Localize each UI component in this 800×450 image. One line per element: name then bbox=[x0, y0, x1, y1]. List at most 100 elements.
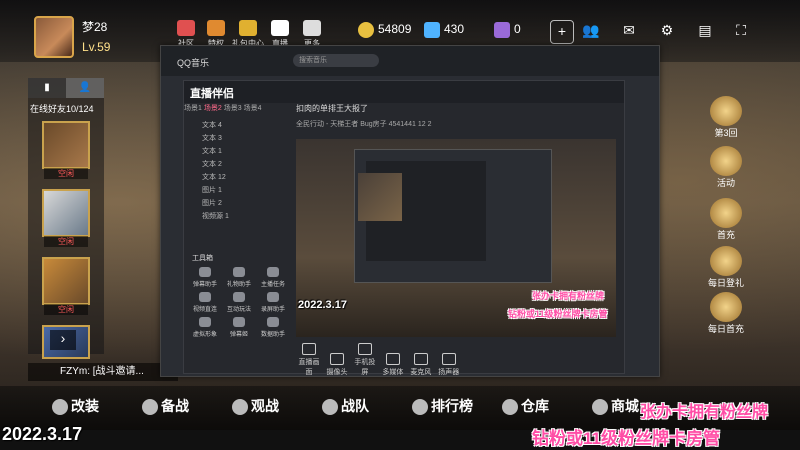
menu-first-recharge[interactable]: 首充 bbox=[700, 198, 752, 241]
data-icon bbox=[267, 317, 279, 327]
gold-counter: 54809 bbox=[358, 22, 411, 38]
layer-item[interactable]: 文本 4 bbox=[184, 119, 284, 132]
tool-danmaku-ji[interactable]: 弹幕姬 bbox=[224, 317, 254, 338]
tab-stats[interactable]: ▮ bbox=[28, 78, 66, 98]
layer-item[interactable]: 图片 2 bbox=[184, 197, 284, 210]
nav-prepare[interactable]: 备战 bbox=[142, 396, 189, 416]
crown-icon bbox=[207, 20, 225, 36]
friend-avatar[interactable]: 空闲 bbox=[42, 121, 90, 179]
toolbox-title: 工具箱 bbox=[192, 255, 213, 262]
warehouse-icon bbox=[502, 399, 518, 416]
layer-item[interactable]: 文本 3 bbox=[184, 132, 284, 145]
gift-icon bbox=[233, 267, 245, 277]
tool-interact[interactable]: 互动玩法 bbox=[224, 292, 254, 313]
toolbox: 工具箱 弹幕助手 礼物助手 主播任务 视频直连 互动玩法 录屏助手 虚拟形象 弹… bbox=[184, 253, 285, 342]
tab-scene-3[interactable]: 场景3 bbox=[224, 105, 242, 112]
media-icon bbox=[385, 353, 400, 365]
layer-item[interactable]: 文本 1 bbox=[184, 145, 284, 158]
tab-scene-4[interactable]: 场景4 bbox=[244, 105, 262, 112]
scene-tabs: 场景1 场景2 场景3 场景4 bbox=[184, 103, 284, 117]
grid-icon bbox=[303, 20, 321, 36]
daily-recharge-icon bbox=[710, 292, 742, 322]
control-media[interactable]: 多媒体 bbox=[380, 353, 406, 377]
tool-gift[interactable]: 礼物助手 bbox=[224, 267, 254, 288]
activity-icon bbox=[710, 146, 742, 176]
record-icon bbox=[267, 292, 279, 302]
team-icon bbox=[322, 399, 338, 416]
control-stream-screen[interactable]: 直播画面 bbox=[296, 343, 322, 377]
stream-bottom-controls: 直播画面 摄像头 手机投屏 多媒体 麦克风 扬声器 bbox=[296, 343, 616, 376]
layer-item[interactable]: 文本 2 bbox=[184, 158, 284, 171]
add-button[interactable]: + bbox=[550, 20, 574, 44]
menu-daily-login[interactable]: 每日登礼 bbox=[700, 246, 752, 289]
preview-promo-line2: 钻粉或11级粉丝牌卡房管 bbox=[508, 309, 608, 319]
nav-ranking[interactable]: 排行榜 bbox=[412, 396, 473, 416]
nav-warehouse[interactable]: 仓库 bbox=[502, 396, 549, 416]
daily-login-icon bbox=[710, 246, 742, 276]
tool-task[interactable]: 主播任务 bbox=[258, 267, 288, 288]
player-level: Lv.59 bbox=[82, 40, 111, 54]
ranking-icon bbox=[412, 399, 428, 416]
player-avatar[interactable] bbox=[34, 16, 74, 58]
layer-list: 文本 4 文本 3 文本 1 文本 2 文本 12 图片 1 图片 2 视频源 … bbox=[184, 119, 284, 223]
book-icon[interactable]: ▤ bbox=[694, 20, 716, 42]
layer-item[interactable]: 文本 12 bbox=[184, 171, 284, 184]
control-speaker[interactable]: 扬声器 bbox=[436, 353, 462, 377]
control-microphone[interactable]: 麦克风 bbox=[408, 353, 434, 377]
chat-bar[interactable]: FZYm: [战斗邀请... bbox=[28, 363, 178, 381]
settings-gear-icon[interactable]: ⚙ bbox=[656, 20, 678, 42]
menu-event-round[interactable]: 第3回 bbox=[700, 96, 752, 139]
home-icon bbox=[177, 20, 195, 36]
qq-music-titlebar: QQ音乐 搜索音乐 bbox=[161, 46, 659, 76]
gold-coin-icon bbox=[358, 22, 374, 38]
promo-line1: 张办卡拥有粉丝牌 bbox=[640, 404, 769, 421]
fullscreen-icon[interactable]: ⛶ bbox=[730, 20, 752, 42]
friend-avatar[interactable]: 空闲 bbox=[42, 257, 90, 315]
tool-avatar[interactable]: 虚拟形象 bbox=[190, 317, 220, 338]
speaker-icon bbox=[441, 353, 456, 365]
first-recharge-icon bbox=[710, 198, 742, 228]
control-phone-cast[interactable]: 手机投屏 bbox=[352, 343, 378, 377]
tool-danmaku[interactable]: 弹幕助手 bbox=[190, 267, 220, 288]
qq-music-title: QQ音乐 bbox=[177, 58, 210, 68]
stream-preview[interactable]: 2022.3.17 张办卡拥有粉丝牌 钻粉或11级粉丝牌卡房管 bbox=[296, 139, 616, 337]
tab-scene-2[interactable]: 场景2 bbox=[204, 105, 222, 112]
expand-arrow-icon[interactable]: › bbox=[50, 330, 76, 350]
gift-icon bbox=[239, 20, 257, 36]
friends-icon[interactable]: 👥 bbox=[580, 20, 602, 42]
diamond-counter: 430 bbox=[424, 22, 464, 38]
danmaku-ji-icon bbox=[233, 317, 245, 327]
tab-friends[interactable]: 👤 bbox=[66, 78, 104, 98]
menu-activity[interactable]: 活动 bbox=[700, 146, 752, 189]
layer-item[interactable]: 图片 1 bbox=[184, 184, 284, 197]
tab-scene-1[interactable]: 场景1 bbox=[184, 105, 202, 112]
nav-spectate[interactable]: 观战 bbox=[232, 396, 279, 416]
interact-icon bbox=[233, 292, 245, 302]
wrench-icon bbox=[52, 399, 68, 416]
friends-panel: ▮ 👤 在线好友10/124 空闲 空闲 空闲 bbox=[28, 78, 104, 359]
task-icon bbox=[267, 267, 279, 277]
layer-item[interactable]: 视频源 1 bbox=[184, 210, 284, 223]
star-badge-icon bbox=[710, 96, 742, 126]
control-camera[interactable]: 摄像头 bbox=[324, 353, 350, 377]
play-icon bbox=[271, 20, 289, 36]
nav-team[interactable]: 战队 bbox=[322, 396, 369, 416]
diamond-icon bbox=[424, 22, 440, 38]
card-counter: 0 bbox=[494, 22, 521, 38]
danmaku-icon bbox=[199, 267, 211, 277]
qq-music-search-input[interactable]: 搜索音乐 bbox=[293, 54, 379, 67]
nav-modify[interactable]: 改装 bbox=[52, 396, 99, 416]
mail-icon[interactable]: ✉ bbox=[618, 20, 640, 42]
menu-daily-recharge[interactable]: 每日首充 bbox=[700, 292, 752, 335]
star-icon bbox=[232, 399, 248, 416]
phone-icon bbox=[357, 343, 372, 355]
skull-icon bbox=[142, 399, 158, 416]
nav-shop[interactable]: 商城 bbox=[592, 396, 639, 416]
friend-avatar[interactable]: 空闲 bbox=[42, 189, 90, 247]
tool-video[interactable]: 视频直连 bbox=[190, 292, 220, 313]
tool-data[interactable]: 数据助手 bbox=[258, 317, 288, 338]
stream-tool-window: 直播伴侣 场景1 场景2 场景3 场景4 文本 4 文本 3 文本 1 文本 2… bbox=[183, 80, 625, 376]
preview-date-overlay: 2022.3.17 bbox=[298, 299, 347, 311]
tool-record[interactable]: 录屏助手 bbox=[258, 292, 288, 313]
avatar-icon bbox=[199, 317, 211, 327]
